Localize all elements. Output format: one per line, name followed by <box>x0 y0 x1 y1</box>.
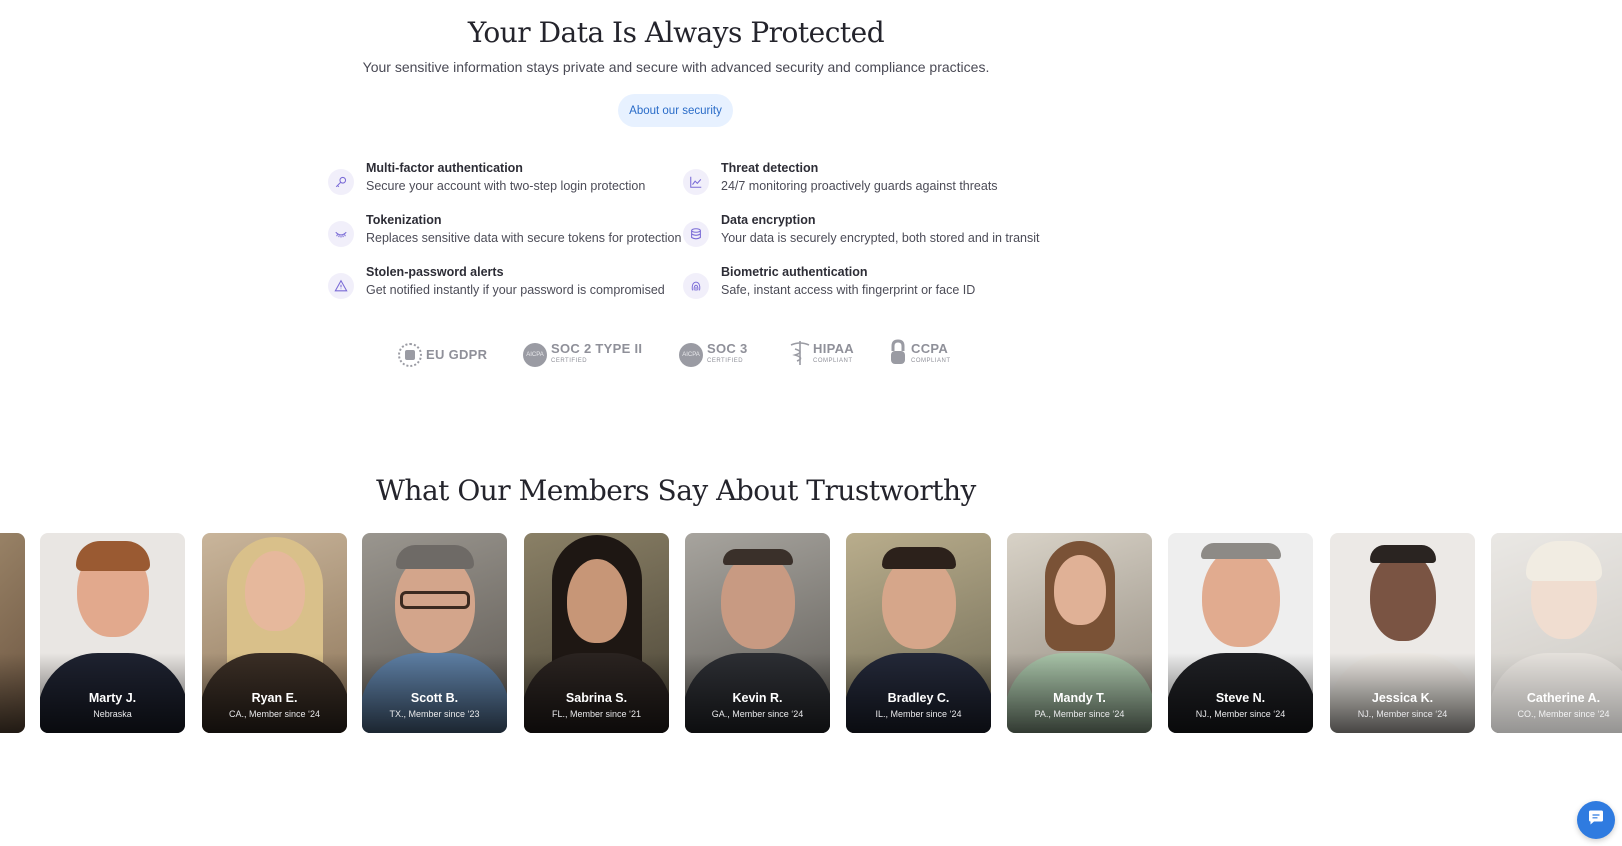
chat-bubble-icon <box>1587 809 1605 832</box>
feature-data-encryption: Data encryption Your data is securely en… <box>683 213 1039 261</box>
security-title: Your Data Is Always Protected <box>467 16 885 49</box>
member-location: CA., Member since ‘24 <box>228 709 321 719</box>
member-card[interactable]: Kevin R. GA., Member since ‘24 <box>685 533 830 733</box>
cert-name: EU GDPR <box>426 347 488 362</box>
member-name: Bradley C. <box>887 691 950 705</box>
member-name: Kevin R. <box>732 691 783 705</box>
member-card[interactable]: Steve N. NJ., Member since ‘24 <box>1168 533 1313 733</box>
cert-eu-gdpr: EU GDPR <box>398 340 487 370</box>
cert-ccpa: CCPA COMPLIANT <box>888 338 951 372</box>
member-card[interactable]: Ryan E. CA., Member since ‘24 <box>202 533 347 733</box>
members-title: What Our Members Say About Trustworthy <box>376 474 976 507</box>
cert-name: SOC 3 CERTIFIED <box>707 341 748 364</box>
member-location: FL., Member since ‘21 <box>551 709 642 719</box>
member-name: Ryan E. <box>251 691 298 705</box>
member-name: Scott B. <box>410 691 459 705</box>
glasses <box>400 591 470 609</box>
member-location: GA., Member since ‘24 <box>711 709 804 719</box>
member-card[interactable]: Jessica K. NJ., Member since ‘24 <box>1330 533 1475 733</box>
caduceus-icon <box>789 339 811 372</box>
soc-seal-icon: AICPA <box>523 343 547 367</box>
member-name: Mandy T. <box>1053 691 1106 705</box>
member-location: NJ., Member since ‘24 <box>1357 709 1448 719</box>
feature-threat-detection: Threat detection 24/7 monitoring proacti… <box>683 161 1023 209</box>
key-icon <box>328 169 354 195</box>
member-card[interactable]: Marty J. Nebraska <box>40 533 185 733</box>
cert-hipaa: HIPAA COMPLIANT <box>789 340 854 370</box>
cert-soc2-type2: AICPA SOC 2 TYPE II CERTIFIED <box>523 340 642 370</box>
about-security-button[interactable]: About our security <box>618 94 733 127</box>
feature-multi-factor-auth: Multi-factor authentication Secure your … <box>328 161 668 209</box>
feature-title: Threat detection <box>721 161 819 175</box>
feature-title: Biometric authentication <box>721 265 868 279</box>
cert-name: SOC 2 TYPE II CERTIFIED <box>551 341 643 364</box>
database-icon <box>683 221 709 247</box>
cert-name: CCPA COMPLIANT <box>911 341 951 364</box>
member-location: Nebraska <box>93 709 132 719</box>
member-card[interactable]: Sabrina S. FL., Member since ‘21 <box>524 533 669 733</box>
member-card[interactable]: Scott B. TX., Member since ‘23 <box>362 533 507 733</box>
member-card-partial[interactable] <box>0 533 25 733</box>
warning-icon <box>328 273 354 299</box>
member-name: Catherine A. <box>1526 691 1601 705</box>
feature-description: Your data is securely encrypted, both st… <box>721 231 1040 245</box>
feature-description: Safe, instant access with fingerprint or… <box>721 283 976 297</box>
member-name: Steve N. <box>1215 691 1266 705</box>
security-subtitle: Your sensitive information stays private… <box>362 59 990 75</box>
lock-icon <box>888 338 908 372</box>
feature-description: Get notified instantly if your password … <box>366 283 665 297</box>
member-name: Marty J. <box>88 691 137 705</box>
feature-title: Tokenization <box>366 213 442 227</box>
feature-title: Data encryption <box>721 213 816 227</box>
feature-description: Secure your account with two-step login … <box>366 179 646 193</box>
member-name: Jessica K. <box>1371 691 1434 705</box>
feature-description: 24/7 monitoring proactively guards again… <box>721 179 998 193</box>
soc-seal-icon: AICPA <box>679 343 703 367</box>
feature-title: Stolen-password alerts <box>366 265 504 279</box>
fingerprint-icon <box>683 273 709 299</box>
member-name: Sabrina S. <box>565 691 628 705</box>
feature-tokenization: Tokenization Replaces sensitive data wit… <box>328 213 681 261</box>
member-location: IL., Member since ‘24 <box>875 709 962 719</box>
member-card[interactable]: Mandy T. PA., Member since ‘24 <box>1007 533 1152 733</box>
member-location: TX., Member since ‘23 <box>389 709 480 719</box>
eye-closed-icon <box>328 221 354 247</box>
feature-description: Replaces sensitive data with secure toke… <box>366 231 682 245</box>
cert-soc3: AICPA SOC 3 CERTIFIED <box>679 340 748 370</box>
chart-line-icon <box>683 169 709 195</box>
eu-stars-icon <box>398 343 422 367</box>
member-card[interactable]: Bradley C. IL., Member since ‘24 <box>846 533 991 733</box>
chat-button[interactable] <box>1577 801 1615 839</box>
member-location: CO., Member since ‘24 <box>1517 709 1610 719</box>
cert-name: HIPAA COMPLIANT <box>813 341 854 364</box>
member-location: NJ., Member since ‘24 <box>1195 709 1286 719</box>
member-card[interactable]: Catherine A. CO., Member since ‘24 <box>1491 533 1622 733</box>
member-location: PA., Member since ‘24 <box>1034 709 1125 719</box>
feature-biometric-auth: Biometric authentication Safe, instant a… <box>683 265 1023 313</box>
feature-stolen-password-alerts: Stolen-password alerts Get notified inst… <box>328 265 668 313</box>
feature-title: Multi-factor authentication <box>366 161 523 175</box>
